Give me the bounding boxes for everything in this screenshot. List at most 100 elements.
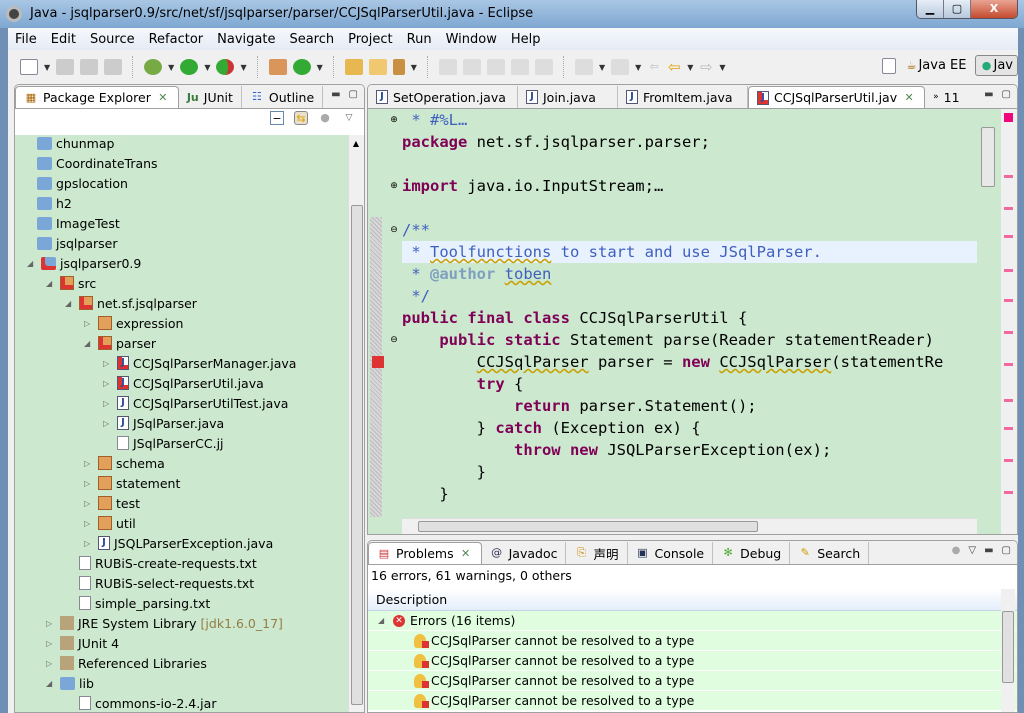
back-arrow-icon[interactable]: ⇦ [667, 60, 681, 75]
open-folder-icon[interactable] [368, 59, 387, 75]
tree-item[interactable]: h2 [37, 193, 72, 213]
tree-item[interactable]: RUBiS-create-requests.txt [65, 553, 257, 573]
error-mark[interactable] [1004, 269, 1013, 272]
error-mark[interactable] [1004, 363, 1013, 366]
editor-tab[interactable]: J Join.java [518, 86, 618, 108]
scroll-thumb[interactable] [351, 205, 363, 705]
tree-item[interactable]: ▷ JRE System Library [jdk1.6.0_17] [46, 613, 283, 633]
tab-outline[interactable]: ☷ Outline [242, 86, 324, 108]
link-with-editor-icon[interactable]: ⇆ [294, 111, 308, 125]
error-mark[interactable] [1004, 459, 1013, 462]
collapsed-arrow-icon[interactable]: ▷ [84, 519, 94, 528]
problem-row[interactable]: CCJSqlParser cannot be resolved to a typ… [368, 631, 1017, 651]
collapsed-arrow-icon[interactable]: ▷ [84, 499, 94, 508]
error-mark[interactable] [1004, 331, 1013, 334]
collapsed-arrow-icon[interactable]: ▷ [103, 359, 113, 368]
expanded-arrow-icon[interactable]: ◢ [65, 299, 75, 308]
collapsed-arrow-icon[interactable]: ▷ [103, 399, 113, 408]
collapsed-arrow-icon[interactable]: ▷ [84, 459, 94, 468]
chevron-down-icon[interactable]: ▼ [168, 63, 174, 72]
collapsed-arrow-icon[interactable]: ▷ [46, 639, 56, 648]
chevron-down-icon[interactable]: ▼ [44, 63, 50, 72]
last-edit-icon[interactable]: ⇦ [647, 60, 661, 74]
tree-item[interactable]: ◢ jsqlparser0.9 [27, 253, 141, 273]
maximize-view-icon[interactable]: ▢ [349, 89, 358, 100]
collapsed-arrow-icon[interactable]: ▷ [103, 379, 113, 388]
collapse-all-icon[interactable]: − [270, 111, 284, 125]
problems-scrollbar[interactable] [1001, 589, 1015, 712]
error-mark[interactable] [1004, 207, 1013, 210]
minimize-button[interactable]: ▁ [917, 0, 944, 18]
tree-item[interactable]: ▷ J CCJSqlParserUtilTest.java [103, 393, 288, 413]
debug-icon[interactable] [144, 59, 163, 75]
tree-item[interactable]: ▷ util [84, 513, 136, 533]
tree-item[interactable]: ▷ expression [84, 313, 183, 333]
tree-item[interactable]: ▷ statement [84, 473, 180, 493]
scroll-up-icon[interactable]: ▲ [349, 137, 363, 151]
chevron-down-icon[interactable]: ▼ [204, 63, 210, 72]
menu-search[interactable]: Search [282, 32, 341, 47]
editor-tab[interactable]: J FromItem.java [618, 86, 748, 108]
tree-item[interactable]: ◢ lib [46, 673, 94, 693]
tree-item[interactable]: ▷ JUnit 4 [46, 633, 119, 653]
search-flashlight-icon[interactable] [392, 59, 405, 75]
external-tools-icon[interactable] [216, 59, 235, 75]
expand-arrow-icon[interactable]: ◢ [378, 611, 388, 631]
prev-annotation-icon[interactable] [611, 59, 630, 75]
bottom-tab[interactable]: @ Javadoc [482, 542, 567, 564]
tab-package-explorer[interactable]: ▦ Package Explorer ✕ [15, 86, 179, 108]
expanded-arrow-icon[interactable]: ◢ [27, 259, 37, 268]
bottom-tab[interactable]: ✎ Search [790, 542, 870, 564]
breadcrumb-icon[interactable] [486, 59, 505, 75]
collapsed-arrow-icon[interactable]: ▷ [103, 419, 113, 428]
editor-tab[interactable]: J CCJSqlParserUtil.jav ✕ [748, 86, 926, 108]
annotation-icon[interactable] [438, 59, 457, 75]
tree-item[interactable]: commons-io-2.4.jar [65, 693, 216, 712]
bottom-tab[interactable]: ▣ Console [628, 542, 714, 564]
minimize-view-icon[interactable]: ▬ [984, 89, 993, 100]
chevron-down-icon[interactable]: ▼ [240, 63, 246, 72]
maximize-view-icon[interactable]: ▢ [1002, 545, 1011, 556]
menu-help[interactable]: Help [504, 32, 548, 47]
error-mark[interactable] [1004, 399, 1013, 402]
new-icon[interactable] [20, 59, 38, 75]
tab-junit[interactable]: Ju JUnit [179, 86, 242, 108]
perspective-java-ee[interactable]: ☕ Java EE [904, 58, 967, 73]
menu-window[interactable]: Window [439, 32, 504, 47]
error-mark[interactable] [1004, 175, 1013, 178]
whitespace-icon[interactable] [534, 59, 553, 75]
expanded-arrow-icon[interactable]: ◢ [46, 679, 56, 688]
chevron-down-icon[interactable]: ▼ [411, 63, 417, 72]
tree-item[interactable]: ◢ net.sf.jsqlparser [65, 293, 197, 313]
tree-item[interactable]: ◢ src [46, 273, 96, 293]
collapsed-arrow-icon[interactable]: ▷ [46, 619, 56, 628]
menu-run[interactable]: Run [400, 32, 439, 47]
editor-h-scrollbar[interactable] [402, 518, 977, 534]
collapse-fold-icon[interactable]: ⊖ [387, 223, 401, 237]
chevron-down-icon[interactable]: ▼ [687, 63, 693, 72]
chevron-down-icon[interactable]: ▼ [317, 63, 323, 72]
tree-item[interactable]: ▷ J CCJSqlParserUtil.java [103, 373, 264, 393]
collapsed-arrow-icon[interactable]: ▷ [84, 479, 94, 488]
problem-group-errors[interactable]: ◢ ✕ Errors (16 items) [368, 611, 1017, 631]
collapsed-arrow-icon[interactable]: ▷ [84, 539, 94, 548]
print-icon[interactable] [104, 59, 123, 75]
tree-item[interactable]: simple_parsing.txt [65, 593, 210, 613]
close-tab-icon[interactable]: ✕ [459, 547, 473, 561]
menu-refactor[interactable]: Refactor [142, 32, 211, 47]
block-select-icon[interactable] [510, 59, 529, 75]
editor-tabs-overflow[interactable]: » 11 [925, 86, 967, 108]
column-header-description[interactable]: Description [368, 589, 1017, 611]
menu-edit[interactable]: Edit [44, 32, 83, 47]
next-annotation-icon[interactable] [574, 59, 593, 75]
save-all-icon[interactable] [80, 59, 99, 75]
open-type-icon[interactable] [344, 59, 363, 75]
tree-item[interactable]: ▷ schema [84, 453, 165, 473]
bottom-tab[interactable]: ⎘ 声明 [566, 542, 628, 564]
error-mark[interactable] [1004, 491, 1013, 494]
save-icon[interactable] [56, 59, 75, 75]
tree-item[interactable]: JSqlParserCC.jj [103, 433, 224, 453]
maximize-button[interactable]: ▢ [944, 0, 971, 18]
error-mark[interactable] [1004, 427, 1013, 430]
close-button[interactable]: X [971, 0, 1017, 18]
